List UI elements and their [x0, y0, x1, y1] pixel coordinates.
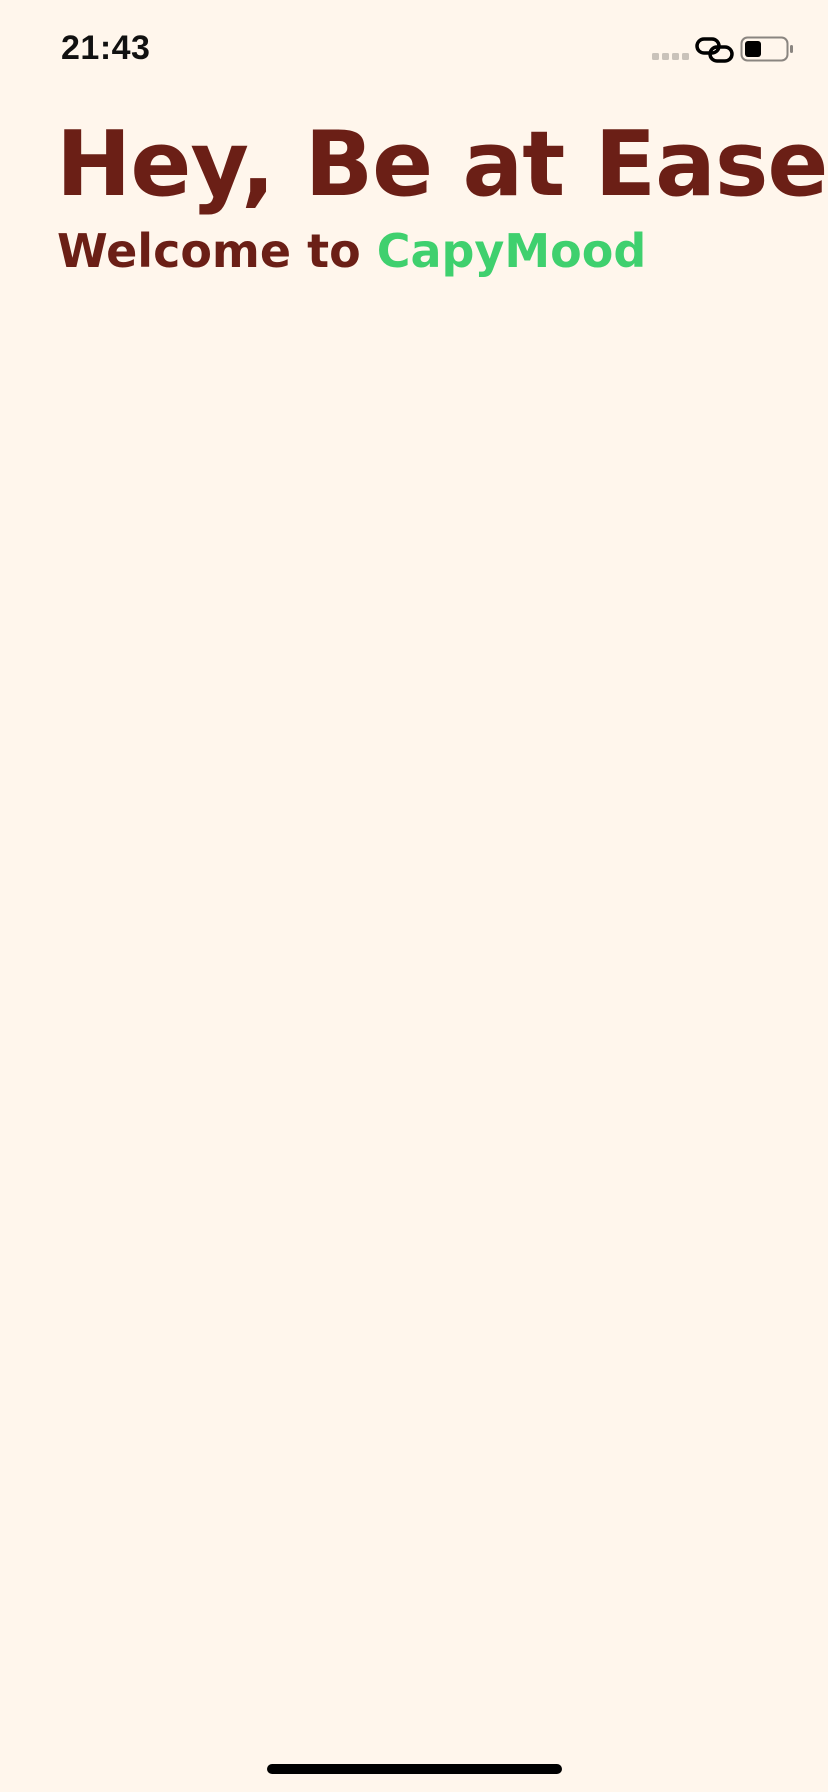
- signal-dots-icon: [652, 53, 689, 60]
- home-indicator[interactable]: [267, 1764, 562, 1774]
- welcome-subtitle-prefix: Welcome to: [57, 224, 377, 278]
- battery-icon: [740, 36, 793, 62]
- status-bar: 21:43: [0, 0, 828, 100]
- status-time: 21:43: [61, 29, 151, 67]
- link-icon: [695, 37, 734, 63]
- app-name: CapyMood: [376, 224, 647, 278]
- welcome-subtitle: Welcome to CapyMood: [57, 226, 646, 277]
- welcome-headline: Hey, Be at Ease!: [56, 112, 828, 217]
